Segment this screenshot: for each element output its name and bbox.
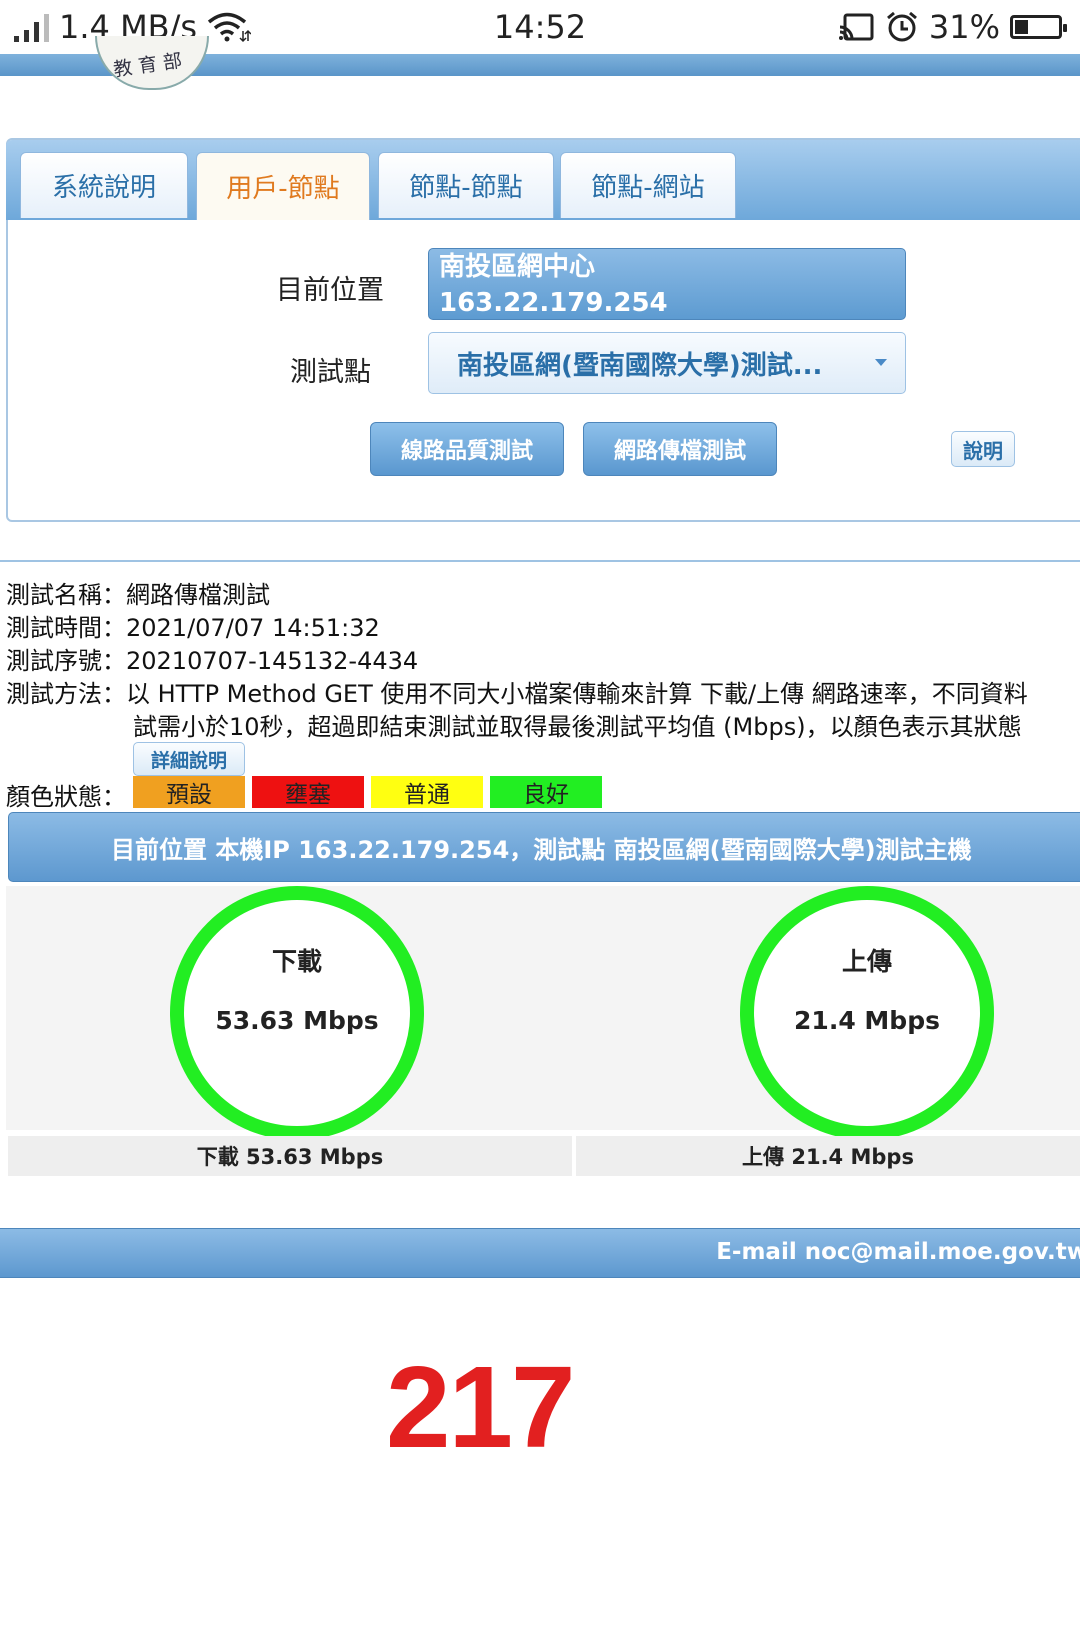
upload-gauge-label: 上傳: [841, 947, 892, 976]
test-method-line1: 以 HTTP Method GET 使用不同大小檔案傳輸來計算 下載/上傳 網路…: [126, 680, 1028, 708]
tab-node-website[interactable]: 節點-網站: [560, 152, 736, 218]
status-right: 31%: [838, 8, 1067, 46]
test-method-row: 測試方法：以 HTTP Method GET 使用不同大小檔案傳輸來計算 下載/…: [6, 674, 1028, 709]
help-button[interactable]: 說明: [951, 431, 1015, 467]
test-point-select[interactable]: 南投區網(暨南國際大學)測試...: [428, 332, 906, 394]
test-serial-label: 測試序號：: [6, 647, 126, 675]
upload-gauge: 上傳 21.4 Mbps: [740, 886, 994, 1140]
cast-icon: [838, 13, 874, 41]
test-name-row: 測試名稱：網路傳檔測試: [6, 575, 270, 610]
battery-icon: [1010, 15, 1067, 39]
download-gauge-value: 53.63 Mbps: [215, 1006, 379, 1035]
tab-node-node[interactable]: 節點-節點: [378, 152, 554, 218]
test-name-value: 網路傳檔測試: [126, 581, 270, 609]
result-header-bar: 目前位置 本機IP 163.22.179.254，測試點 南投區網(暨南國際大學…: [8, 812, 1080, 882]
test-serial-value: 20210707-145132-4434: [126, 647, 419, 675]
test-method-label: 測試方法：: [6, 680, 126, 708]
tab-user-node[interactable]: 用戶-節點: [196, 152, 370, 220]
test-time-label: 測試時間：: [6, 614, 126, 642]
color-chip-good: 良好: [490, 776, 602, 808]
detail-button[interactable]: 詳細說明: [133, 742, 245, 776]
location-label: 目前位置: [276, 275, 384, 306]
color-chip-normal: 普通: [371, 776, 483, 808]
battery-percent: 31%: [928, 8, 1000, 46]
location-display: 南投區網中心 163.22.179.254: [428, 248, 906, 320]
overlay-number: 217: [386, 1342, 576, 1472]
test-time-value: 2021/07/07 14:51:32: [126, 614, 380, 642]
test-point-value: 南投區網(暨南國際大學)測試...: [457, 351, 823, 381]
color-chip-default: 預設: [133, 776, 245, 808]
download-gauge-label: 下載: [271, 947, 322, 976]
ministry-seal-logo: 教育部: [95, 36, 209, 90]
location-name: 南投區網中心: [439, 252, 596, 282]
test-name-label: 測試名稱：: [6, 581, 126, 609]
chevron-down-icon: [875, 359, 887, 366]
download-gauge: 下載 53.63 Mbps: [170, 886, 424, 1140]
tab-system-info[interactable]: 系統說明: [20, 152, 188, 218]
color-chip-congested: 壅塞: [252, 776, 364, 808]
test-time-row: 測試時間：2021/07/07 14:51:32: [6, 608, 380, 643]
footer-email-link[interactable]: E-mail noc@mail.moe.gov.tw: [716, 1239, 1080, 1265]
footer-band: E-mail noc@mail.moe.gov.tw: [0, 1228, 1080, 1278]
file-transfer-test-button[interactable]: 網路傳檔測試: [583, 422, 777, 476]
upload-caption: 上傳 21.4 Mbps: [576, 1136, 1080, 1176]
download-caption: 下載 53.63 Mbps: [8, 1136, 572, 1176]
test-method-line2: 試需小於10秒，超過即結束測試並取得最後測試平均值 (Mbps)，以顏色表示其狀…: [133, 713, 1022, 741]
color-state-label: 顏色狀態：: [6, 783, 126, 811]
location-ip: 163.22.179.254: [439, 288, 668, 318]
test-serial-row: 測試序號：20210707-145132-4434: [6, 641, 418, 676]
test-point-label: 測試點: [290, 357, 371, 388]
alarm-icon: [886, 11, 917, 42]
upload-gauge-value: 21.4 Mbps: [794, 1006, 940, 1035]
line-quality-test-button[interactable]: 線路品質測試: [370, 422, 564, 476]
section-divider: [0, 560, 1080, 562]
